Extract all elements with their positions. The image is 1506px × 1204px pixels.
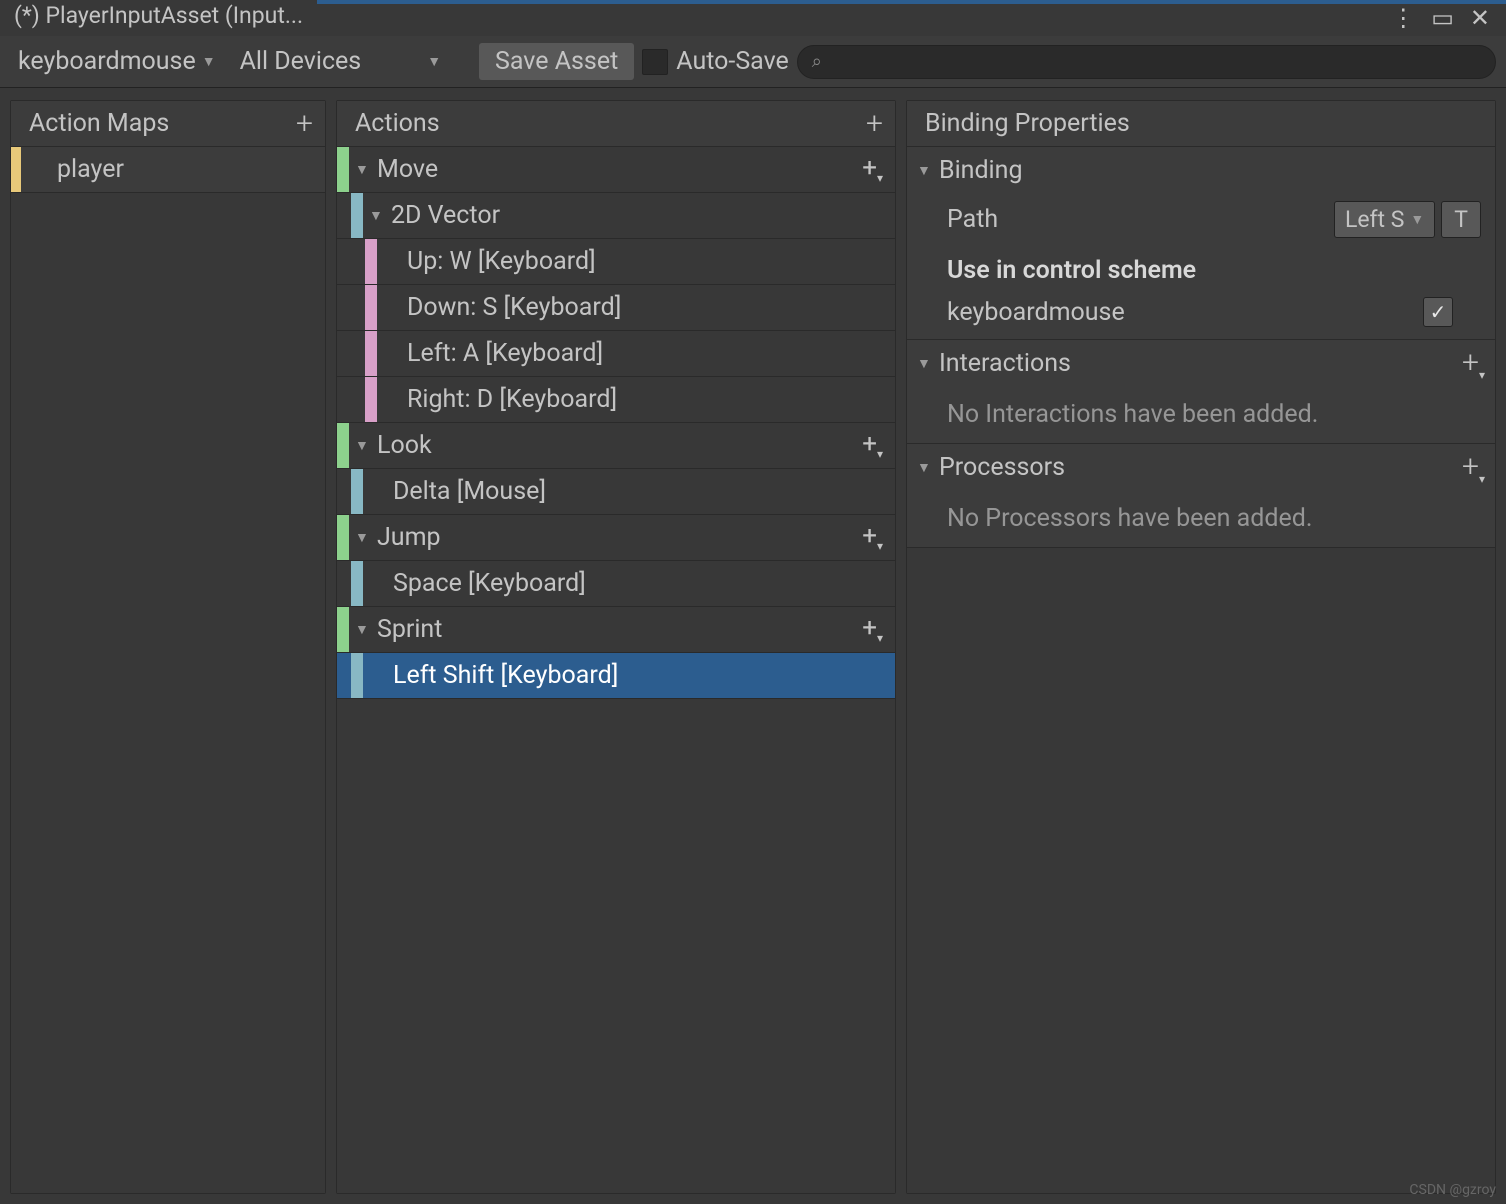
action-map-label: player [21,155,124,184]
save-asset-button[interactable]: Save Asset [479,43,634,80]
add-binding-button[interactable]: +▾ [862,613,895,645]
no-processors-text: No Processors have been added. [907,490,1495,547]
foldout-arrow-icon[interactable]: ▼ [349,529,373,546]
tree-label: Down: S [Keyboard] [403,293,895,322]
tree-label: Left Shift [Keyboard] [389,661,895,690]
scheme-checkbox[interactable]: ✓ [1423,297,1453,327]
tree-row[interactable]: ▼2D Vector [337,193,895,239]
search-icon: ⌕ [812,51,822,72]
actions-header: Actions + [337,101,895,147]
autosave-label: Auto-Save [676,47,789,76]
foldout-arrow-icon[interactable]: ▼ [349,437,373,454]
color-bar [11,147,21,192]
tree-label: Left: A [Keyboard] [403,339,895,368]
add-action-button[interactable]: + [866,106,883,141]
color-bar [337,515,349,560]
watermark: CSDN @gzroy [1409,1182,1496,1198]
tree-row[interactable]: Down: S [Keyboard] [337,285,895,331]
chevron-down-icon: ▼ [202,53,216,70]
color-bar [351,469,363,514]
properties-panel: Binding Properties ▼ Binding Path Left S… [906,100,1496,1194]
tree-label: Move [373,155,862,184]
titlebar: (*) PlayerInputAsset (Input... ⋮ ▭ ✕ [0,0,1506,36]
menu-icon[interactable]: ⋮ [1391,4,1415,32]
autosave-checkbox[interactable] [642,49,668,75]
add-binding-button[interactable]: +▾ [862,153,895,185]
maximize-icon[interactable]: ▭ [1431,4,1454,32]
color-bar [337,147,349,192]
tree-row[interactable]: ▼Sprint+▾ [337,607,895,653]
path-dropdown[interactable]: Left S ▼ [1334,201,1435,238]
action-maps-header: Action Maps + [11,101,325,147]
tree-row[interactable]: Left Shift [Keyboard] [337,653,895,699]
tree-label: Up: W [Keyboard] [403,247,895,276]
chevron-down-icon: ▼ [1410,211,1424,228]
tree-label: Right: D [Keyboard] [403,385,895,414]
tree-label: 2D Vector [387,201,895,230]
add-interaction-button[interactable]: +▾ [1462,345,1485,382]
action-maps-panel: Action Maps + player [10,100,326,1194]
foldout-arrow-icon: ▼ [917,162,939,179]
use-in-scheme-label: Use in control scheme [907,246,1495,291]
tree-row[interactable]: ▼Move+▾ [337,147,895,193]
interactions-section-header[interactable]: ▼ Interactions +▾ [907,340,1495,386]
control-scheme-dropdown[interactable]: keyboardmouse ▼ [10,43,224,80]
color-bar [337,607,349,652]
foldout-arrow-icon[interactable]: ▼ [349,161,373,178]
tree-row[interactable]: ▼Look+▾ [337,423,895,469]
search-input[interactable]: ⌕ [797,45,1496,79]
tree-row[interactable]: ▼Jump+▾ [337,515,895,561]
tree-label: Space [Keyboard] [389,569,895,598]
add-processor-button[interactable]: +▾ [1462,449,1485,486]
processors-section-header[interactable]: ▼ Processors +▾ [907,444,1495,490]
color-bar [365,377,377,422]
properties-header: Binding Properties [907,101,1495,147]
color-bar [351,193,363,238]
color-bar [365,331,377,376]
tree-row[interactable]: Right: D [Keyboard] [337,377,895,423]
close-icon[interactable]: ✕ [1470,4,1490,32]
actions-panel: Actions + ▼Move+▾▼2D VectorUp: W [Keyboa… [336,100,896,1194]
add-action-map-button[interactable]: + [296,106,313,141]
path-label: Path [947,205,1334,234]
tree-label: Sprint [373,615,862,644]
foldout-arrow-icon[interactable]: ▼ [349,621,373,638]
listen-button[interactable]: T [1441,201,1481,238]
foldout-arrow-icon: ▼ [917,459,939,476]
devices-dropdown[interactable]: All Devices ▼ [232,43,449,80]
tree-label: Jump [373,523,862,552]
checkmark-icon: ✓ [1430,300,1447,324]
chevron-down-icon: ▼ [427,53,441,70]
color-bar [351,561,363,606]
action-map-item[interactable]: player [11,147,325,193]
color-bar [337,423,349,468]
tree-row[interactable]: Left: A [Keyboard] [337,331,895,377]
tree-label: Look [373,431,862,460]
tree-row[interactable]: Space [Keyboard] [337,561,895,607]
foldout-arrow-icon[interactable]: ▼ [363,207,387,224]
add-binding-button[interactable]: +▾ [862,429,895,461]
add-binding-button[interactable]: +▾ [862,521,895,553]
tree-row[interactable]: Delta [Mouse] [337,469,895,515]
color-bar [365,285,377,330]
color-bar [351,653,363,698]
scheme-name-label: keyboardmouse [947,298,1125,327]
tree-label: Delta [Mouse] [389,477,895,506]
foldout-arrow-icon: ▼ [917,355,939,372]
no-interactions-text: No Interactions have been added. [907,386,1495,443]
window-tab[interactable]: (*) PlayerInputAsset (Input... [0,0,317,36]
tree-row[interactable]: Up: W [Keyboard] [337,239,895,285]
color-bar [365,239,377,284]
toolbar: keyboardmouse ▼ All Devices ▼ Save Asset… [0,36,1506,88]
binding-section-header[interactable]: ▼ Binding [907,147,1495,193]
